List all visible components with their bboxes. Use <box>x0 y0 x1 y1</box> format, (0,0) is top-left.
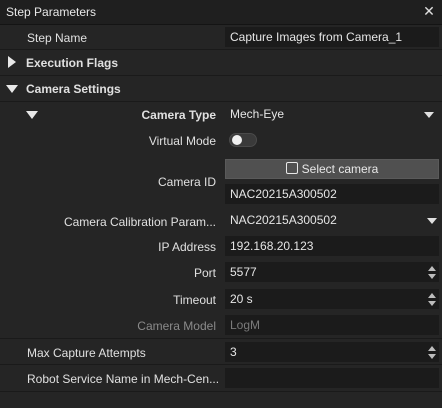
port-increment-icon[interactable] <box>428 266 436 271</box>
port-decrement-icon[interactable] <box>428 274 436 279</box>
calibration-label: Camera Calibration Param... <box>63 215 216 229</box>
camera-id-input[interactable]: NAC20215A300502 <box>225 184 439 204</box>
timeout-increment-icon[interactable] <box>428 293 436 298</box>
max-capture-label: Max Capture Attempts <box>27 346 146 360</box>
select-camera-button[interactable]: Select camera <box>225 159 439 179</box>
max-capture-decrement-icon[interactable] <box>428 354 436 359</box>
camera-type-select[interactable]: Mech-Eye <box>225 104 439 124</box>
ip-address-label: IP Address <box>158 240 216 254</box>
robot-service-label: Robot Service Name in Mech-Cen... <box>27 372 220 386</box>
robot-service-input[interactable] <box>225 368 439 388</box>
timeout-decrement-icon[interactable] <box>428 301 436 306</box>
camera-icon <box>285 162 298 174</box>
port-input[interactable]: 5577 <box>225 262 439 282</box>
camera-settings-header[interactable]: Camera Settings <box>26 82 121 96</box>
collapse-arrow-icon[interactable] <box>6 85 18 93</box>
camera-type-label: Camera Type <box>141 108 216 122</box>
chevron-down-icon[interactable] <box>424 112 434 118</box>
calibration-select[interactable]: NAC20215A300502 <box>225 210 439 230</box>
camera-model-label: Camera Model <box>137 319 216 333</box>
max-capture-input[interactable]: 3 <box>225 342 439 362</box>
execution-flags-header[interactable]: Execution Flags <box>26 56 118 70</box>
virtual-mode-label: Virtual Mode <box>148 134 216 148</box>
calibration-chevron-icon[interactable] <box>427 218 437 224</box>
expand-arrow-icon[interactable] <box>8 56 16 68</box>
timeout-label: Timeout <box>173 293 216 307</box>
camera-model-input: LogM <box>225 315 439 335</box>
max-capture-increment-icon[interactable] <box>428 346 436 351</box>
step-name-label: Step Name <box>27 31 88 45</box>
close-icon[interactable]: ✕ <box>420 2 438 20</box>
ip-address-input[interactable]: 192.168.20.123 <box>225 236 439 256</box>
port-label: Port <box>193 266 216 280</box>
select-camera-label: Select camera <box>301 162 379 176</box>
step-name-input[interactable]: Capture Images from Camera_1 <box>225 27 439 47</box>
camera-type-collapse-icon[interactable] <box>26 111 38 119</box>
timeout-input[interactable]: 20 s <box>225 289 439 309</box>
toggle-knob <box>232 135 242 145</box>
virtual-mode-toggle[interactable] <box>229 133 257 147</box>
camera-id-label: Camera ID <box>157 175 216 189</box>
window-title: Step Parameters <box>6 5 97 19</box>
